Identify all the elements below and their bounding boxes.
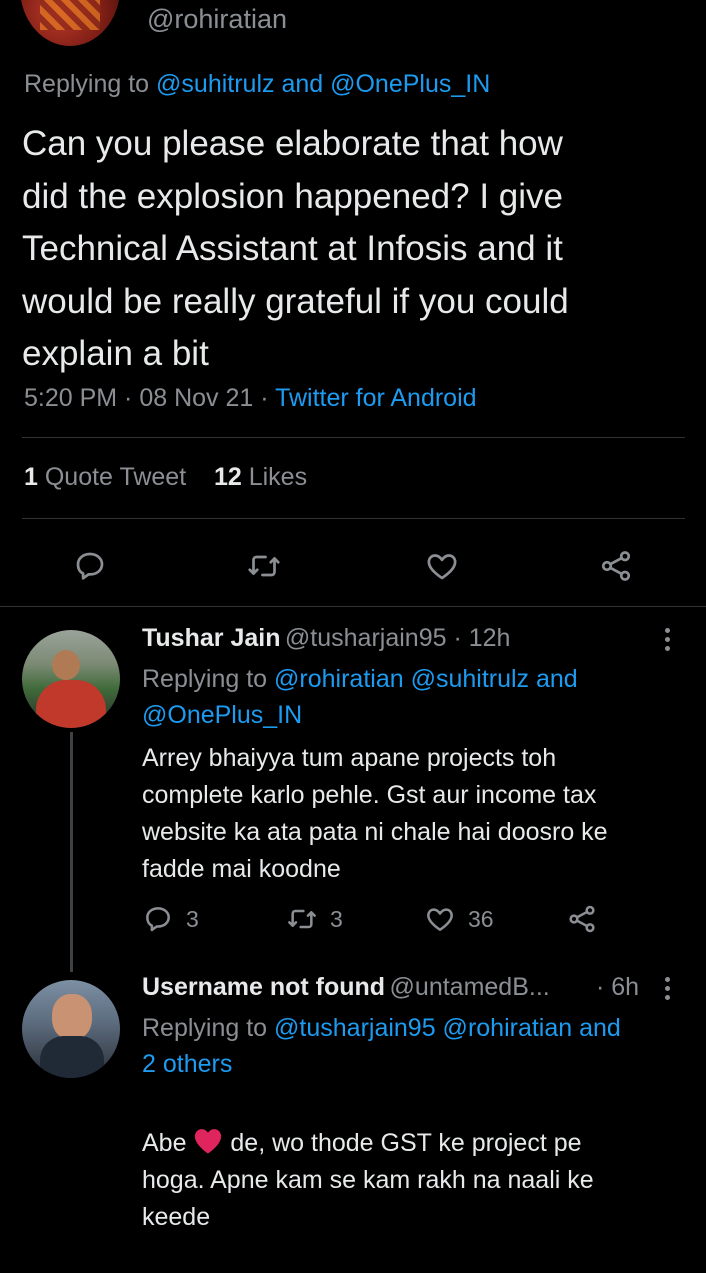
tweet-timestamp[interactable]: 5:20 PM · 08 Nov 21 · bbox=[24, 384, 275, 412]
retweet-count: 3 bbox=[330, 905, 343, 932]
more-options-icon[interactable] bbox=[665, 977, 671, 1004]
replying-prefix: Replying to bbox=[24, 70, 150, 98]
replying-to-mentions[interactable]: @rohiratian @suhitrulz and bbox=[274, 665, 578, 693]
reply-avatar[interactable] bbox=[22, 980, 120, 1078]
divider bbox=[22, 518, 685, 519]
divider bbox=[0, 606, 706, 607]
author-avatar[interactable] bbox=[20, 0, 120, 46]
replying-to-mentions[interactable]: @suhitrulz and @OnePlus_IN bbox=[156, 70, 490, 98]
tweet-meta: 5:20 PM · 08 Nov 21 · Twitter for Androi… bbox=[24, 384, 477, 413]
quote-count: 1 bbox=[24, 463, 38, 491]
replying-to-mentions[interactable]: @tusharjain95 @rohiratian and bbox=[274, 1014, 621, 1042]
reply-icon bbox=[146, 907, 170, 932]
like-icon bbox=[427, 908, 453, 931]
divider bbox=[22, 437, 685, 438]
tweet-text: Can you please elaborate that how did th… bbox=[22, 124, 569, 373]
replying-to-others[interactable]: 2 others bbox=[142, 1046, 621, 1082]
reply-author-name[interactable]: Username not found bbox=[142, 973, 385, 1001]
reply-text-rest: hoga. Apne kam se kam rakh na naali ke k… bbox=[142, 1166, 594, 1231]
replying-to-mentions[interactable]: @OnePlus_IN bbox=[142, 697, 578, 733]
likes-count: 12 bbox=[213, 463, 242, 491]
reply-count: 3 bbox=[186, 905, 199, 932]
tweet-stats: 1 Quote Tweet 12 Likes bbox=[24, 463, 307, 492]
reply-replying-to: Replying to @tusharjain95 @rohiratian an… bbox=[142, 1010, 621, 1082]
quote-tweets-stat[interactable]: 1 Quote Tweet bbox=[24, 463, 186, 491]
more-options-icon[interactable] bbox=[665, 628, 671, 655]
replying-prefix: Replying to bbox=[142, 1014, 268, 1042]
like-count: 36 bbox=[468, 905, 494, 932]
reply-author-handle[interactable]: @tusharjain95 · 12h bbox=[285, 624, 511, 652]
like-button[interactable]: 36 bbox=[424, 903, 494, 935]
replying-to-line: Replying to @suhitrulz and @OnePlus_IN bbox=[24, 70, 490, 99]
reply-header: Username not found @untamedB... · 6h bbox=[142, 973, 662, 1002]
retweet-button[interactable]: 3 bbox=[286, 903, 343, 935]
tweet-source-link[interactable]: Twitter for Android bbox=[275, 384, 476, 412]
share-icon[interactable] bbox=[598, 548, 634, 584]
tweet-action-bar bbox=[0, 548, 706, 584]
replying-prefix: Replying to bbox=[142, 665, 268, 693]
reply-text: Arrey bhaiyya tum apane projects toh com… bbox=[142, 744, 608, 883]
reply-button[interactable]: 3 bbox=[142, 903, 199, 935]
retweet-icon bbox=[288, 909, 316, 929]
reply-header: Tushar Jain @tusharjain95 · 12h bbox=[142, 624, 510, 653]
red-heart-icon bbox=[195, 1129, 222, 1154]
reply-author-handle[interactable]: @untamedB... bbox=[390, 973, 550, 1001]
quote-label: Quote Tweet bbox=[44, 463, 187, 491]
reply-icon[interactable] bbox=[72, 548, 108, 584]
author-handle[interactable]: @rohiratian bbox=[147, 4, 287, 35]
reply-author-name[interactable]: Tushar Jain bbox=[142, 624, 280, 652]
reply-text-after-emoji: de, wo thode GST ke project pe bbox=[230, 1129, 582, 1157]
share-button[interactable] bbox=[566, 903, 598, 935]
thread-connector bbox=[70, 732, 73, 972]
retweet-icon[interactable] bbox=[246, 548, 282, 584]
reply-action-bar: 3 3 36 bbox=[142, 903, 612, 935]
share-icon bbox=[569, 905, 595, 933]
reply-text: Abe de, wo thode GST ke project pe hoga.… bbox=[142, 1088, 687, 1273]
like-icon[interactable] bbox=[424, 548, 460, 584]
likes-stat[interactable]: 12 Likes bbox=[214, 463, 307, 491]
reply-timestamp[interactable]: · 6h bbox=[596, 973, 639, 1002]
reply-avatar[interactable] bbox=[22, 630, 120, 728]
reply-replying-to: Replying to @rohiratian @suhitrulz and @… bbox=[142, 661, 578, 733]
likes-label: Likes bbox=[248, 463, 308, 491]
reply-text-start: Abe bbox=[142, 1129, 194, 1157]
